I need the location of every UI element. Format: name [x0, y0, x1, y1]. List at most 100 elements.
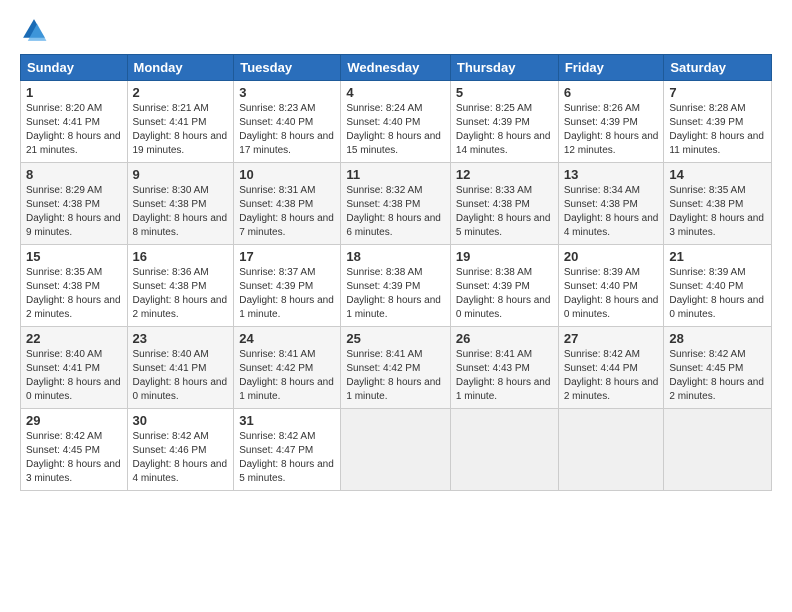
day-number: 9 [133, 167, 229, 182]
calendar-cell: 28 Sunrise: 8:42 AM Sunset: 4:45 PM Dayl… [664, 327, 772, 409]
day-number: 24 [239, 331, 335, 346]
calendar-cell: 17 Sunrise: 8:37 AM Sunset: 4:39 PM Dayl… [234, 245, 341, 327]
day-number: 8 [26, 167, 122, 182]
day-number: 4 [346, 85, 445, 100]
calendar-week-row: 15 Sunrise: 8:35 AM Sunset: 4:38 PM Dayl… [21, 245, 772, 327]
calendar-week-row: 1 Sunrise: 8:20 AM Sunset: 4:41 PM Dayli… [21, 81, 772, 163]
day-number: 12 [456, 167, 553, 182]
calendar-cell: 13 Sunrise: 8:34 AM Sunset: 4:38 PM Dayl… [558, 163, 664, 245]
day-number: 18 [346, 249, 445, 264]
calendar-cell [341, 409, 451, 491]
day-info: Sunrise: 8:39 AM Sunset: 4:40 PM Dayligh… [669, 266, 766, 322]
col-header-saturday: Saturday [664, 55, 772, 81]
logo [20, 16, 52, 44]
day-number: 2 [133, 85, 229, 100]
col-header-tuesday: Tuesday [234, 55, 341, 81]
calendar-cell: 2 Sunrise: 8:21 AM Sunset: 4:41 PM Dayli… [127, 81, 234, 163]
day-number: 23 [133, 331, 229, 346]
day-number: 26 [456, 331, 553, 346]
day-info: Sunrise: 8:34 AM Sunset: 4:38 PM Dayligh… [564, 184, 659, 240]
calendar-cell: 5 Sunrise: 8:25 AM Sunset: 4:39 PM Dayli… [450, 81, 558, 163]
day-number: 25 [346, 331, 445, 346]
calendar-cell: 31 Sunrise: 8:42 AM Sunset: 4:47 PM Dayl… [234, 409, 341, 491]
day-number: 22 [26, 331, 122, 346]
day-number: 10 [239, 167, 335, 182]
calendar-cell: 7 Sunrise: 8:28 AM Sunset: 4:39 PM Dayli… [664, 81, 772, 163]
day-info: Sunrise: 8:25 AM Sunset: 4:39 PM Dayligh… [456, 102, 553, 158]
calendar-week-row: 22 Sunrise: 8:40 AM Sunset: 4:41 PM Dayl… [21, 327, 772, 409]
calendar-cell: 25 Sunrise: 8:41 AM Sunset: 4:42 PM Dayl… [341, 327, 451, 409]
calendar-cell [664, 409, 772, 491]
day-info: Sunrise: 8:21 AM Sunset: 4:41 PM Dayligh… [133, 102, 229, 158]
col-header-monday: Monday [127, 55, 234, 81]
day-info: Sunrise: 8:35 AM Sunset: 4:38 PM Dayligh… [26, 266, 122, 322]
calendar-cell: 23 Sunrise: 8:40 AM Sunset: 4:41 PM Dayl… [127, 327, 234, 409]
calendar-cell: 22 Sunrise: 8:40 AM Sunset: 4:41 PM Dayl… [21, 327, 128, 409]
calendar-cell: 6 Sunrise: 8:26 AM Sunset: 4:39 PM Dayli… [558, 81, 664, 163]
day-number: 21 [669, 249, 766, 264]
day-info: Sunrise: 8:24 AM Sunset: 4:40 PM Dayligh… [346, 102, 445, 158]
day-info: Sunrise: 8:28 AM Sunset: 4:39 PM Dayligh… [669, 102, 766, 158]
calendar-cell: 19 Sunrise: 8:38 AM Sunset: 4:39 PM Dayl… [450, 245, 558, 327]
day-number: 5 [456, 85, 553, 100]
calendar-cell: 8 Sunrise: 8:29 AM Sunset: 4:38 PM Dayli… [21, 163, 128, 245]
day-info: Sunrise: 8:42 AM Sunset: 4:47 PM Dayligh… [239, 430, 335, 486]
calendar-cell: 29 Sunrise: 8:42 AM Sunset: 4:45 PM Dayl… [21, 409, 128, 491]
day-info: Sunrise: 8:42 AM Sunset: 4:45 PM Dayligh… [26, 430, 122, 486]
day-number: 14 [669, 167, 766, 182]
calendar-cell: 26 Sunrise: 8:41 AM Sunset: 4:43 PM Dayl… [450, 327, 558, 409]
day-info: Sunrise: 8:39 AM Sunset: 4:40 PM Dayligh… [564, 266, 659, 322]
day-info: Sunrise: 8:30 AM Sunset: 4:38 PM Dayligh… [133, 184, 229, 240]
calendar-cell: 3 Sunrise: 8:23 AM Sunset: 4:40 PM Dayli… [234, 81, 341, 163]
day-info: Sunrise: 8:40 AM Sunset: 4:41 PM Dayligh… [26, 348, 122, 404]
day-number: 1 [26, 85, 122, 100]
day-info: Sunrise: 8:38 AM Sunset: 4:39 PM Dayligh… [456, 266, 553, 322]
calendar-cell: 9 Sunrise: 8:30 AM Sunset: 4:38 PM Dayli… [127, 163, 234, 245]
col-header-sunday: Sunday [21, 55, 128, 81]
day-number: 20 [564, 249, 659, 264]
calendar-cell: 16 Sunrise: 8:36 AM Sunset: 4:38 PM Dayl… [127, 245, 234, 327]
day-info: Sunrise: 8:40 AM Sunset: 4:41 PM Dayligh… [133, 348, 229, 404]
logo-icon [20, 16, 48, 44]
day-number: 19 [456, 249, 553, 264]
day-number: 16 [133, 249, 229, 264]
day-info: Sunrise: 8:20 AM Sunset: 4:41 PM Dayligh… [26, 102, 122, 158]
day-number: 30 [133, 413, 229, 428]
day-info: Sunrise: 8:36 AM Sunset: 4:38 PM Dayligh… [133, 266, 229, 322]
day-number: 7 [669, 85, 766, 100]
day-info: Sunrise: 8:42 AM Sunset: 4:45 PM Dayligh… [669, 348, 766, 404]
header [20, 16, 772, 44]
calendar-cell: 21 Sunrise: 8:39 AM Sunset: 4:40 PM Dayl… [664, 245, 772, 327]
day-info: Sunrise: 8:29 AM Sunset: 4:38 PM Dayligh… [26, 184, 122, 240]
day-info: Sunrise: 8:32 AM Sunset: 4:38 PM Dayligh… [346, 184, 445, 240]
calendar-cell: 4 Sunrise: 8:24 AM Sunset: 4:40 PM Dayli… [341, 81, 451, 163]
col-header-wednesday: Wednesday [341, 55, 451, 81]
day-info: Sunrise: 8:23 AM Sunset: 4:40 PM Dayligh… [239, 102, 335, 158]
calendar-cell [450, 409, 558, 491]
calendar-cell: 27 Sunrise: 8:42 AM Sunset: 4:44 PM Dayl… [558, 327, 664, 409]
day-number: 3 [239, 85, 335, 100]
day-info: Sunrise: 8:35 AM Sunset: 4:38 PM Dayligh… [669, 184, 766, 240]
calendar-cell: 18 Sunrise: 8:38 AM Sunset: 4:39 PM Dayl… [341, 245, 451, 327]
col-header-friday: Friday [558, 55, 664, 81]
day-number: 6 [564, 85, 659, 100]
calendar-table: SundayMondayTuesdayWednesdayThursdayFrid… [20, 54, 772, 491]
day-number: 13 [564, 167, 659, 182]
day-info: Sunrise: 8:42 AM Sunset: 4:46 PM Dayligh… [133, 430, 229, 486]
day-number: 28 [669, 331, 766, 346]
day-info: Sunrise: 8:41 AM Sunset: 4:42 PM Dayligh… [346, 348, 445, 404]
calendar-cell [558, 409, 664, 491]
day-info: Sunrise: 8:31 AM Sunset: 4:38 PM Dayligh… [239, 184, 335, 240]
calendar-cell: 1 Sunrise: 8:20 AM Sunset: 4:41 PM Dayli… [21, 81, 128, 163]
calendar-cell: 24 Sunrise: 8:41 AM Sunset: 4:42 PM Dayl… [234, 327, 341, 409]
calendar-cell: 11 Sunrise: 8:32 AM Sunset: 4:38 PM Dayl… [341, 163, 451, 245]
day-number: 17 [239, 249, 335, 264]
day-info: Sunrise: 8:33 AM Sunset: 4:38 PM Dayligh… [456, 184, 553, 240]
calendar-cell: 10 Sunrise: 8:31 AM Sunset: 4:38 PM Dayl… [234, 163, 341, 245]
calendar-header-row: SundayMondayTuesdayWednesdayThursdayFrid… [21, 55, 772, 81]
calendar-cell: 20 Sunrise: 8:39 AM Sunset: 4:40 PM Dayl… [558, 245, 664, 327]
day-number: 11 [346, 167, 445, 182]
day-info: Sunrise: 8:37 AM Sunset: 4:39 PM Dayligh… [239, 266, 335, 322]
day-number: 29 [26, 413, 122, 428]
day-number: 15 [26, 249, 122, 264]
